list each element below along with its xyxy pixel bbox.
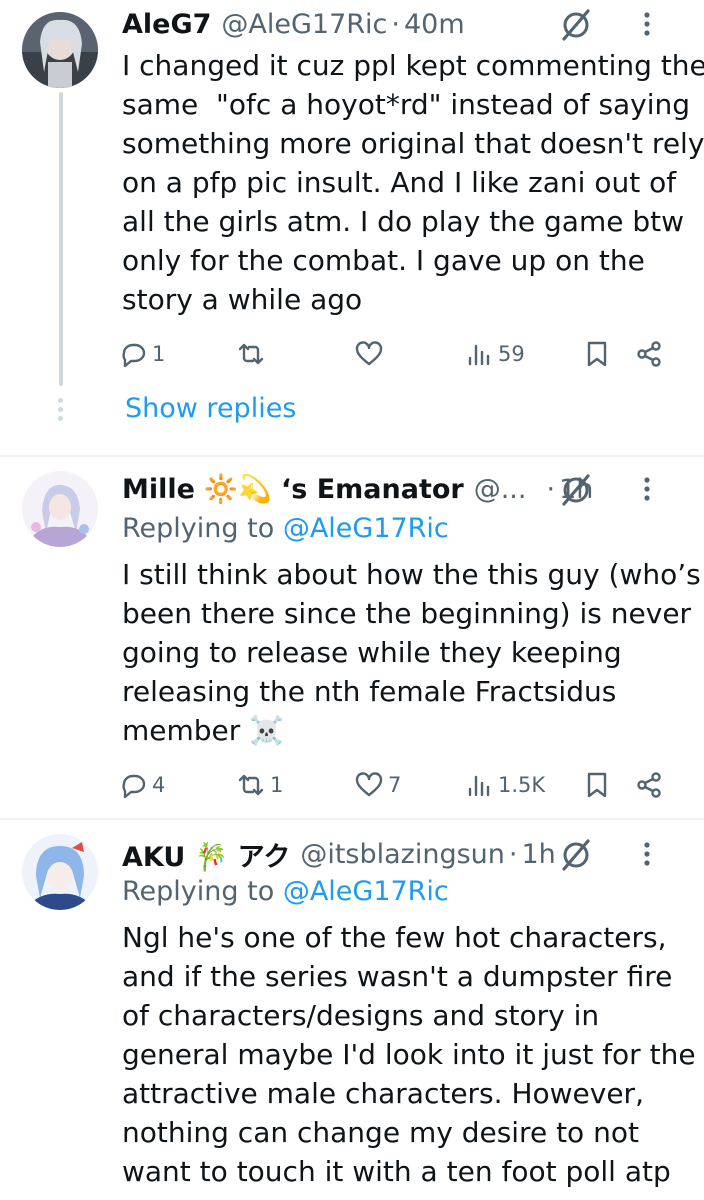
repost-icon [238, 774, 264, 796]
text-line: on a pfp pic insult. And I like zani out… [122, 166, 677, 199]
display-name[interactable]: Mille 🔆💫 ‘s Emanator [122, 473, 464, 505]
like-icon [355, 341, 383, 366]
grok-icon[interactable] [556, 467, 596, 511]
text-line: nothing can change my desire to not [122, 1116, 639, 1149]
reply-count: 1 [152, 342, 166, 366]
user-handle[interactable]: @... [474, 474, 527, 505]
avatar[interactable] [22, 471, 98, 547]
bookmark-icon [587, 341, 607, 367]
views-count: 1.5K [498, 773, 546, 797]
grok-icon[interactable] [556, 832, 596, 876]
like-button[interactable] [354, 332, 388, 376]
timestamp[interactable]: 40m [404, 9, 465, 40]
tweet-text: I changed it cuz ppl kept commenting the… [122, 46, 704, 319]
like-button[interactable]: 7 [354, 763, 401, 807]
text-line: same "ofc a hoyot*rd" instead of saying [122, 88, 691, 121]
like-count: 7 [388, 773, 402, 797]
avatar[interactable] [22, 834, 98, 910]
display-name[interactable]: AKU 🎋 アク [122, 835, 290, 874]
display-name[interactable]: AleG7 [122, 9, 211, 40]
tweet-text: I still think about how the this guy (wh… [122, 555, 701, 750]
repost-count: 1 [270, 773, 284, 797]
user-handle[interactable]: @itsblazingsun [300, 839, 505, 870]
avatar[interactable] [22, 12, 98, 88]
reply-icon [122, 343, 146, 368]
timestamp[interactable]: 1h [522, 839, 556, 870]
text-line: general maybe I'd look into it just for … [122, 1038, 696, 1071]
text-line: I still think about how the this guy (wh… [122, 558, 701, 591]
user-handle[interactable]: @AleG17Ric [221, 9, 387, 40]
text-line: want to touch it with a ten foot poll at… [122, 1155, 671, 1188]
reply-icon [122, 774, 146, 799]
reply-button[interactable]: 1 [118, 332, 165, 376]
text-line: only for the combat. I gave up on the [122, 244, 645, 277]
text-line: member ☠️ [122, 714, 285, 747]
views-button[interactable]: 1.5K [464, 763, 545, 807]
text-line: story a while ago [122, 283, 363, 316]
text-line: something more original that doesn't rel… [122, 127, 704, 160]
tweet-header: AKU 🎋 アク @itsblazingsun · 1h [122, 832, 684, 876]
separator-dot: · [391, 8, 400, 40]
thread-line [59, 92, 63, 386]
text-line: all the girls atm. I do play the game bt… [122, 205, 684, 238]
views-button[interactable]: 59 [464, 332, 525, 376]
action-bar: 4 1 7 1.5K [118, 763, 678, 807]
replying-to-link[interactable]: @AleG17Ric [283, 513, 449, 544]
views-icon [468, 775, 490, 797]
tweet-header: AleG7 @AleG17Ric · 40m [122, 2, 684, 46]
repost-button[interactable] [236, 332, 270, 376]
replying-to: Replying to @AleG17Ric [122, 876, 449, 907]
bookmark-button[interactable] [582, 332, 612, 376]
separator-dot: · [546, 473, 556, 505]
tweet-1[interactable]: AleG7 @AleG17Ric · 40m I changed it cuz … [0, 0, 704, 456]
action-bar: 1 59 [118, 332, 678, 376]
repost-button[interactable]: 1 [236, 763, 283, 807]
grok-icon[interactable] [556, 2, 596, 46]
repost-icon [238, 343, 264, 365]
share-button[interactable] [634, 332, 664, 376]
replying-prefix: Replying to [122, 513, 283, 544]
text-line: and if the series wasn't a dumpster fire [122, 960, 673, 993]
reply-button[interactable]: 4 [118, 763, 165, 807]
text-line: Ngl he's one of the few hot characters, [122, 921, 667, 954]
like-icon [355, 772, 383, 797]
views-count: 59 [498, 342, 525, 366]
views-icon [468, 344, 490, 366]
tweet-3[interactable]: AKU 🎋 アク @itsblazingsun · 1h Replying to… [0, 820, 704, 1200]
show-replies-link[interactable]: Show replies [125, 393, 296, 424]
share-icon [637, 341, 661, 367]
more-icon[interactable] [632, 2, 662, 46]
replying-prefix: Replying to [122, 876, 283, 907]
text-line: attractive male characters. However, [122, 1077, 644, 1110]
replying-to-link[interactable]: @AleG17Ric [283, 876, 449, 907]
replying-to: Replying to @AleG17Ric [122, 513, 449, 544]
bookmark-button[interactable] [582, 763, 612, 807]
bookmark-icon [587, 772, 607, 798]
tweet-2[interactable]: Mille 🔆💫 ‘s Emanator @... · 1h Replying … [0, 457, 704, 815]
text-line: releasing the nth female Fractsidus [122, 675, 617, 708]
text-line: going to release while they keeping [122, 636, 622, 669]
tweet-text: Ngl he's one of the few hot characters, … [122, 918, 696, 1191]
separator-dot: · [508, 838, 518, 870]
tweet-header: Mille 🔆💫 ‘s Emanator @... · 1h [122, 467, 684, 511]
thread-more-dots [58, 398, 64, 425]
share-button[interactable] [634, 763, 664, 807]
share-icon [637, 772, 661, 798]
text-line: of characters/designs and story in [122, 999, 600, 1032]
text-line: I changed it cuz ppl kept commenting the [122, 49, 704, 82]
more-icon[interactable] [632, 832, 662, 876]
more-icon[interactable] [632, 467, 662, 511]
text-line: been there since the beginning) is never [122, 597, 692, 630]
reply-count: 4 [152, 773, 166, 797]
